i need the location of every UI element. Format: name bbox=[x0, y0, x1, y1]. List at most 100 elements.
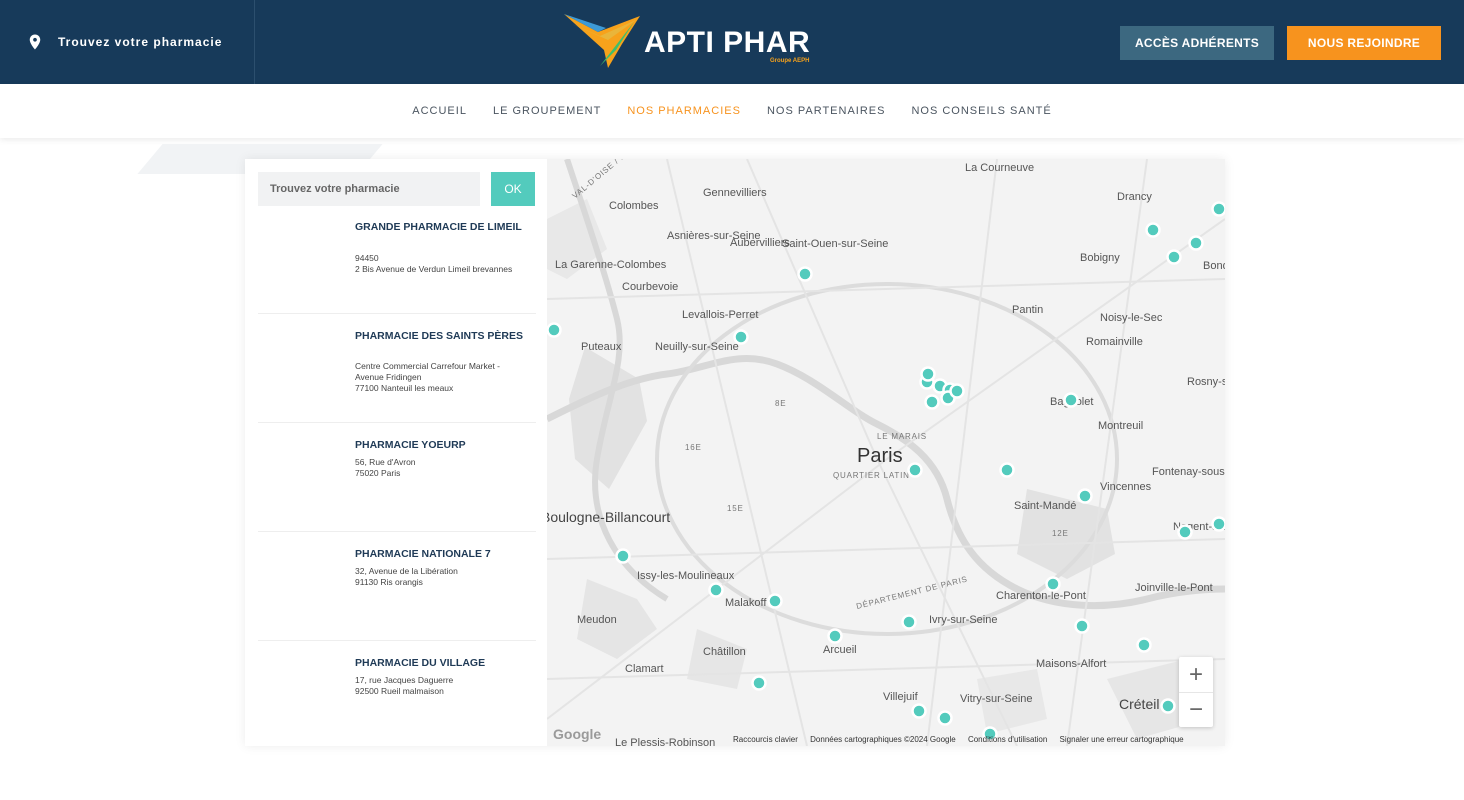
pharmacy-map-marker[interactable] bbox=[751, 675, 767, 691]
search-ok-button[interactable]: OK bbox=[491, 172, 535, 206]
pharmacy-map-marker[interactable] bbox=[949, 383, 965, 399]
nav-nos-pharmacies[interactable]: NOS PHARMACIES bbox=[627, 105, 741, 117]
map-place-label: Arcueil bbox=[823, 644, 857, 656]
map-place-label: QUARTIER LATIN bbox=[833, 471, 910, 480]
pharmacy-map-marker[interactable] bbox=[1145, 222, 1161, 238]
logo-wordmark: APTI PHAR bbox=[644, 26, 811, 59]
find-pharmacy-label: Trouvez votre pharmacie bbox=[58, 35, 223, 49]
map-place-label: Bondy bbox=[1203, 260, 1225, 272]
pharmacy-map-marker[interactable] bbox=[767, 593, 783, 609]
nous-rejoindre-button[interactable]: NOUS REJOINDRE bbox=[1287, 26, 1441, 60]
pharmacy-map-marker[interactable] bbox=[827, 628, 843, 644]
nav-accueil[interactable]: ACCUEIL bbox=[412, 105, 467, 117]
map-place-label: 8E bbox=[775, 399, 786, 408]
map-place-label: Créteil bbox=[1119, 696, 1159, 712]
map-place-label: Saint-Mandé bbox=[1014, 500, 1076, 512]
logo-subtitle: Groupe AEPH bbox=[770, 58, 810, 64]
pharmacy-map-marker[interactable] bbox=[1136, 637, 1152, 653]
pharmacy-map-marker[interactable] bbox=[1166, 249, 1182, 265]
pharmacy-map-marker[interactable] bbox=[1177, 524, 1193, 540]
pharmacy-map-marker[interactable] bbox=[999, 462, 1015, 478]
map-place-label: Courbevoie bbox=[622, 281, 678, 293]
pharmacy-name: PHARMACIE DES SAINTS PÈRES bbox=[355, 330, 524, 342]
top-header: Trouvez votre pharmacie APTI PHAR Groupe… bbox=[0, 0, 1464, 84]
pharmacy-map-marker[interactable] bbox=[1045, 576, 1061, 592]
pharmacy-search-input[interactable] bbox=[258, 172, 480, 206]
pharmacy-map[interactable]: La Courneuve Drancy Gennevilliers Colombes A… bbox=[547, 159, 1225, 746]
map-place-label: Fontenay-sous-Bois bbox=[1152, 466, 1225, 478]
logo-swoosh-icon bbox=[564, 14, 640, 68]
pharmacy-map-marker[interactable] bbox=[708, 582, 724, 598]
pharmacy-map-marker[interactable] bbox=[615, 548, 631, 564]
pharmacy-map-marker[interactable] bbox=[1077, 488, 1093, 504]
map-place-label: Malakoff bbox=[725, 597, 767, 609]
map-place-label: Vincennes bbox=[1100, 481, 1152, 493]
pharmacy-map-marker[interactable] bbox=[1160, 698, 1176, 714]
pharmacy-map-marker[interactable] bbox=[1063, 392, 1079, 408]
map-canvas[interactable]: La Courneuve Drancy Gennevilliers Colombes A… bbox=[547, 159, 1225, 746]
pharmacy-map-marker[interactable] bbox=[911, 703, 927, 719]
map-place-label: LE MARAIS bbox=[877, 432, 927, 441]
location-pin-icon bbox=[29, 34, 41, 50]
map-place-label: Gennevilliers bbox=[703, 187, 767, 199]
map-place-label: Villejuif bbox=[883, 691, 919, 703]
zoom-in-button[interactable]: + bbox=[1179, 657, 1213, 692]
map-place-label: 15E bbox=[727, 504, 744, 513]
pharmacy-map-marker[interactable] bbox=[901, 614, 917, 630]
pharmacy-map-marker[interactable] bbox=[907, 462, 923, 478]
acces-adherents-button[interactable]: ACCÈS ADHÉRENTS bbox=[1120, 26, 1274, 60]
pharmacy-result-item[interactable]: PHARMACIE NATIONALE 7 32, Avenue de la L… bbox=[258, 548, 536, 641]
pharmacy-result-item[interactable]: PHARMACIE DU VILLAGE 17, rue Jacques Dag… bbox=[258, 657, 536, 737]
pharmacy-name: PHARMACIE DU VILLAGE bbox=[355, 657, 486, 669]
map-place-label: Vitry-sur-Seine bbox=[960, 693, 1033, 705]
pharmacy-map-marker[interactable] bbox=[924, 394, 940, 410]
report-map-error-link[interactable]: Signaler une erreur cartographique bbox=[1060, 735, 1184, 744]
pharmacy-map-marker[interactable] bbox=[797, 266, 813, 282]
nav-nos-partenaires[interactable]: NOS PARTENAIRES bbox=[767, 105, 886, 117]
map-place-label: Châtillon bbox=[703, 646, 746, 658]
map-place-label: Ivry-sur-Seine bbox=[929, 614, 997, 626]
pharmacy-address-line: 94450 bbox=[355, 253, 379, 263]
map-place-label: Paris bbox=[857, 445, 903, 467]
map-place-label: Maisons-Alfort bbox=[1036, 658, 1106, 670]
map-place-label: Aubervilliers bbox=[730, 237, 790, 249]
pharmacy-map-marker[interactable] bbox=[1074, 618, 1090, 634]
map-place-label: Neuilly-sur-Seine bbox=[655, 341, 739, 353]
map-place-label: 16E bbox=[685, 443, 702, 452]
pharmacy-result-item[interactable]: GRANDE PHARMACIE DE LIMEIL 94450 2 Bis A… bbox=[258, 221, 536, 314]
map-place-label: Drancy bbox=[1117, 191, 1152, 203]
map-place-label: Bobigny bbox=[1080, 252, 1120, 264]
pharmacy-address-line: 91130 Ris orangis bbox=[355, 577, 423, 587]
map-attribution: Raccourcis clavier Données cartographiqu… bbox=[733, 735, 1194, 744]
pharmacy-address-line: 2 Bis Avenue de Verdun Limeil brevannes bbox=[355, 264, 513, 274]
pharmacy-map-marker[interactable] bbox=[733, 329, 749, 345]
map-place-label: Puteaux bbox=[581, 341, 622, 353]
nav-le-groupement[interactable]: LE GROUPEMENT bbox=[493, 105, 601, 117]
keyboard-shortcuts-link[interactable]: Raccourcis clavier bbox=[733, 735, 798, 744]
pharmacy-map-marker[interactable] bbox=[1211, 201, 1226, 217]
map-place-label: Boulogne-Billancourt bbox=[547, 509, 670, 525]
map-data-credit: Données cartographiques ©2024 Google bbox=[810, 735, 956, 744]
pharmacy-name: PHARMACIE NATIONALE 7 bbox=[355, 548, 491, 560]
nav-nos-conseils-sante[interactable]: NOS CONSEILS SANTÉ bbox=[911, 105, 1051, 117]
map-zoom-control: + − bbox=[1179, 657, 1213, 727]
pharmacy-map-marker[interactable] bbox=[1188, 235, 1204, 251]
google-logo: Google bbox=[553, 726, 602, 742]
aptiphar-logo[interactable]: APTI PHAR Groupe AEPH bbox=[560, 10, 822, 72]
map-place-label: Joinville-le-Pont bbox=[1135, 582, 1213, 594]
map-place-label: Colombes bbox=[609, 200, 659, 212]
pharmacy-result-item[interactable]: PHARMACIE YOEURP 56, Rue d'Avron 75020 P… bbox=[258, 439, 536, 532]
find-pharmacy-link[interactable]: Trouvez votre pharmacie bbox=[0, 0, 255, 84]
pharmacy-map-marker[interactable] bbox=[1211, 516, 1226, 532]
pharmacy-map-marker[interactable] bbox=[920, 366, 936, 382]
pharmacy-result-item[interactable]: PHARMACIE DES SAINTS PÈRES Centre Commer… bbox=[258, 330, 536, 423]
map-place-label: Saint-Ouen-sur-Seine bbox=[782, 238, 888, 250]
map-place-label: Romainville bbox=[1086, 336, 1143, 348]
map-place-label: Issy-les-Moulineaux bbox=[637, 570, 735, 582]
terms-of-use-link[interactable]: Conditions d'utilisation bbox=[968, 735, 1047, 744]
zoom-out-button[interactable]: − bbox=[1179, 692, 1213, 727]
pharmacy-address-line: 75020 Paris bbox=[355, 468, 401, 478]
pharmacy-map-marker[interactable] bbox=[547, 322, 562, 338]
pharmacy-map-marker[interactable] bbox=[937, 710, 953, 726]
pharmacy-address-line: 77100 Nanteuil les meaux bbox=[355, 383, 454, 393]
